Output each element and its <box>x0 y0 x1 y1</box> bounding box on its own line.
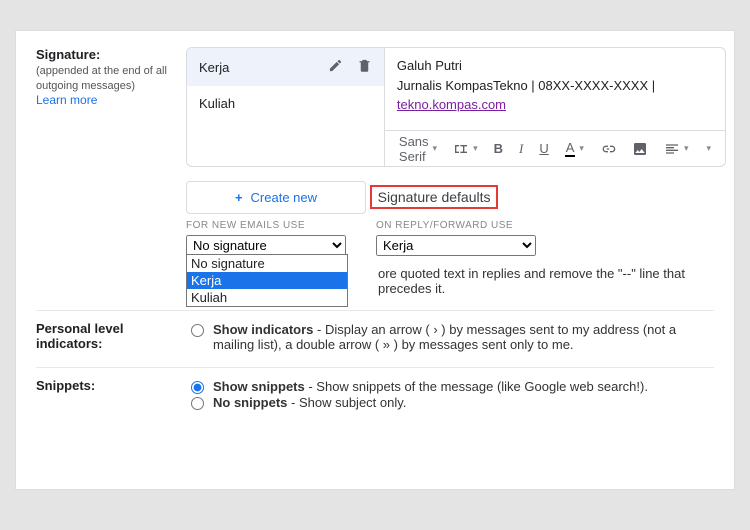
chevron-down-icon: ▾ <box>706 143 711 154</box>
signature-item-kerja[interactable]: Kerja <box>187 48 384 86</box>
signature-editor: Kerja Kuliah <box>186 47 726 167</box>
plus-icon: + <box>235 190 243 205</box>
dropdown-option-kerja[interactable]: Kerja <box>187 272 347 289</box>
snippets-label-col: Snippets: <box>36 378 186 393</box>
on-reply-select[interactable]: Kerja <box>376 235 536 256</box>
for-new-label: FOR NEW EMAILS USE <box>186 220 346 231</box>
create-new-label: Create new <box>251 190 317 205</box>
no-snippets-text: No snippets - Show subject only. <box>213 395 406 410</box>
on-reply-label: ON REPLY/FORWARD USE <box>376 220 536 231</box>
section-divider <box>36 310 714 311</box>
personal-label-col: Personal level indicators: <box>36 321 186 351</box>
personal-label: Personal level indicators: <box>36 321 123 351</box>
signature-item-kuliah[interactable]: Kuliah <box>187 86 384 121</box>
font-name: Sans Serif <box>399 134 429 164</box>
no-snippets-desc: - Show subject only. <box>287 395 406 410</box>
show-snippets-row: Show snippets - Show snippets of the mes… <box>186 379 714 394</box>
delete-icon[interactable] <box>357 58 372 76</box>
chevron-down-icon: ▾ <box>473 143 478 154</box>
section-divider <box>36 367 714 368</box>
snippets-section: Snippets: Show snippets - Show snippets … <box>36 372 714 417</box>
on-reply-col: ON REPLY/FORWARD USE Kerja <box>376 220 536 256</box>
chevron-down-icon: ▾ <box>684 143 689 154</box>
align-button[interactable]: ▾ <box>660 139 693 159</box>
no-snippets-label: No snippets <box>213 395 287 410</box>
font-size-select[interactable]: ▾ <box>449 139 482 159</box>
chevron-down-icon: ▾ <box>579 143 584 154</box>
for-new-dropdown-open: No signature Kerja Kuliah <box>186 254 348 307</box>
show-snippets-label: Show snippets <box>213 379 305 394</box>
preview-link[interactable]: tekno.kompas.com <box>397 97 506 112</box>
show-indicators-label: Show indicators <box>213 322 313 337</box>
signature-item-label: Kuliah <box>199 96 235 111</box>
signature-sublabel: (appended at the end of all outgoing mes… <box>36 65 167 92</box>
bold-button[interactable]: B <box>490 139 507 158</box>
create-new-button[interactable]: + Create new <box>186 181 366 214</box>
signature-toolbar: Sans Serif ▾ ▾ B I U A ▾ <box>385 130 725 166</box>
underline-button[interactable]: U <box>535 139 552 158</box>
signature-list: Kerja Kuliah <box>187 48 385 166</box>
snippets-label: Snippets: <box>36 378 95 393</box>
settings-panel: Signature: (appended at the end of all o… <box>15 30 735 490</box>
font-family-select[interactable]: Sans Serif ▾ <box>395 132 441 166</box>
chevron-down-icon: ▾ <box>433 143 438 154</box>
image-button[interactable] <box>628 139 652 159</box>
signature-content: Kerja Kuliah <box>186 47 726 296</box>
more-formatting-button[interactable]: ▾ <box>700 141 715 156</box>
personal-content: Show indicators - Display an arrow ( › )… <box>186 321 714 353</box>
signature-label: Signature: <box>36 47 100 62</box>
snippets-content: Show snippets - Show snippets of the mes… <box>186 378 714 411</box>
signature-preview: Galuh Putri Jurnalis KompasTekno | 08XX-… <box>385 48 725 166</box>
show-indicators-text: Show indicators - Display an arrow ( › )… <box>213 322 714 352</box>
show-snippets-radio[interactable] <box>191 381 204 394</box>
signature-item-label: Kerja <box>199 60 229 75</box>
signature-item-actions <box>328 58 372 76</box>
text-color-button[interactable]: A ▾ <box>561 138 588 159</box>
italic-button[interactable]: I <box>515 139 527 159</box>
signature-defaults-row: FOR NEW EMAILS USE No signature No signa… <box>186 220 726 256</box>
show-snippets-desc: - Show snippets of the message (like Goo… <box>305 379 648 394</box>
show-indicators-radio[interactable] <box>191 324 204 337</box>
link-button[interactable] <box>596 139 620 159</box>
signature-defaults-title: Signature defaults <box>370 185 499 209</box>
show-snippets-text: Show snippets - Show snippets of the mes… <box>213 379 648 394</box>
learn-more-link[interactable]: Learn more <box>36 93 97 107</box>
signature-text[interactable]: Galuh Putri Jurnalis KompasTekno | 08XX-… <box>385 48 725 130</box>
for-new-emails-col: FOR NEW EMAILS USE No signature No signa… <box>186 220 346 256</box>
show-indicators-row: Show indicators - Display an arrow ( › )… <box>186 322 714 352</box>
dropdown-option-kuliah[interactable]: Kuliah <box>187 289 347 306</box>
dropdown-option-no-signature[interactable]: No signature <box>187 255 347 272</box>
no-snippets-row: No snippets - Show subject only. <box>186 395 714 410</box>
for-new-select[interactable]: No signature <box>186 235 346 256</box>
preview-line1: Galuh Putri <box>397 58 462 73</box>
no-snippets-radio[interactable] <box>191 397 204 410</box>
preview-line2: Jurnalis KompasTekno | 08XX-XXXX-XXXX | <box>397 78 655 93</box>
signature-section: Signature: (appended at the end of all o… <box>36 41 714 302</box>
insert-before-quoted-row: ore quoted text in replies and remove th… <box>378 266 726 296</box>
personal-indicators-section: Personal level indicators: Show indicato… <box>36 315 714 359</box>
signature-label-col: Signature: (appended at the end of all o… <box>36 47 186 107</box>
edit-icon[interactable] <box>328 58 343 76</box>
insert-before-quoted-label: ore quoted text in replies and remove th… <box>378 266 726 296</box>
